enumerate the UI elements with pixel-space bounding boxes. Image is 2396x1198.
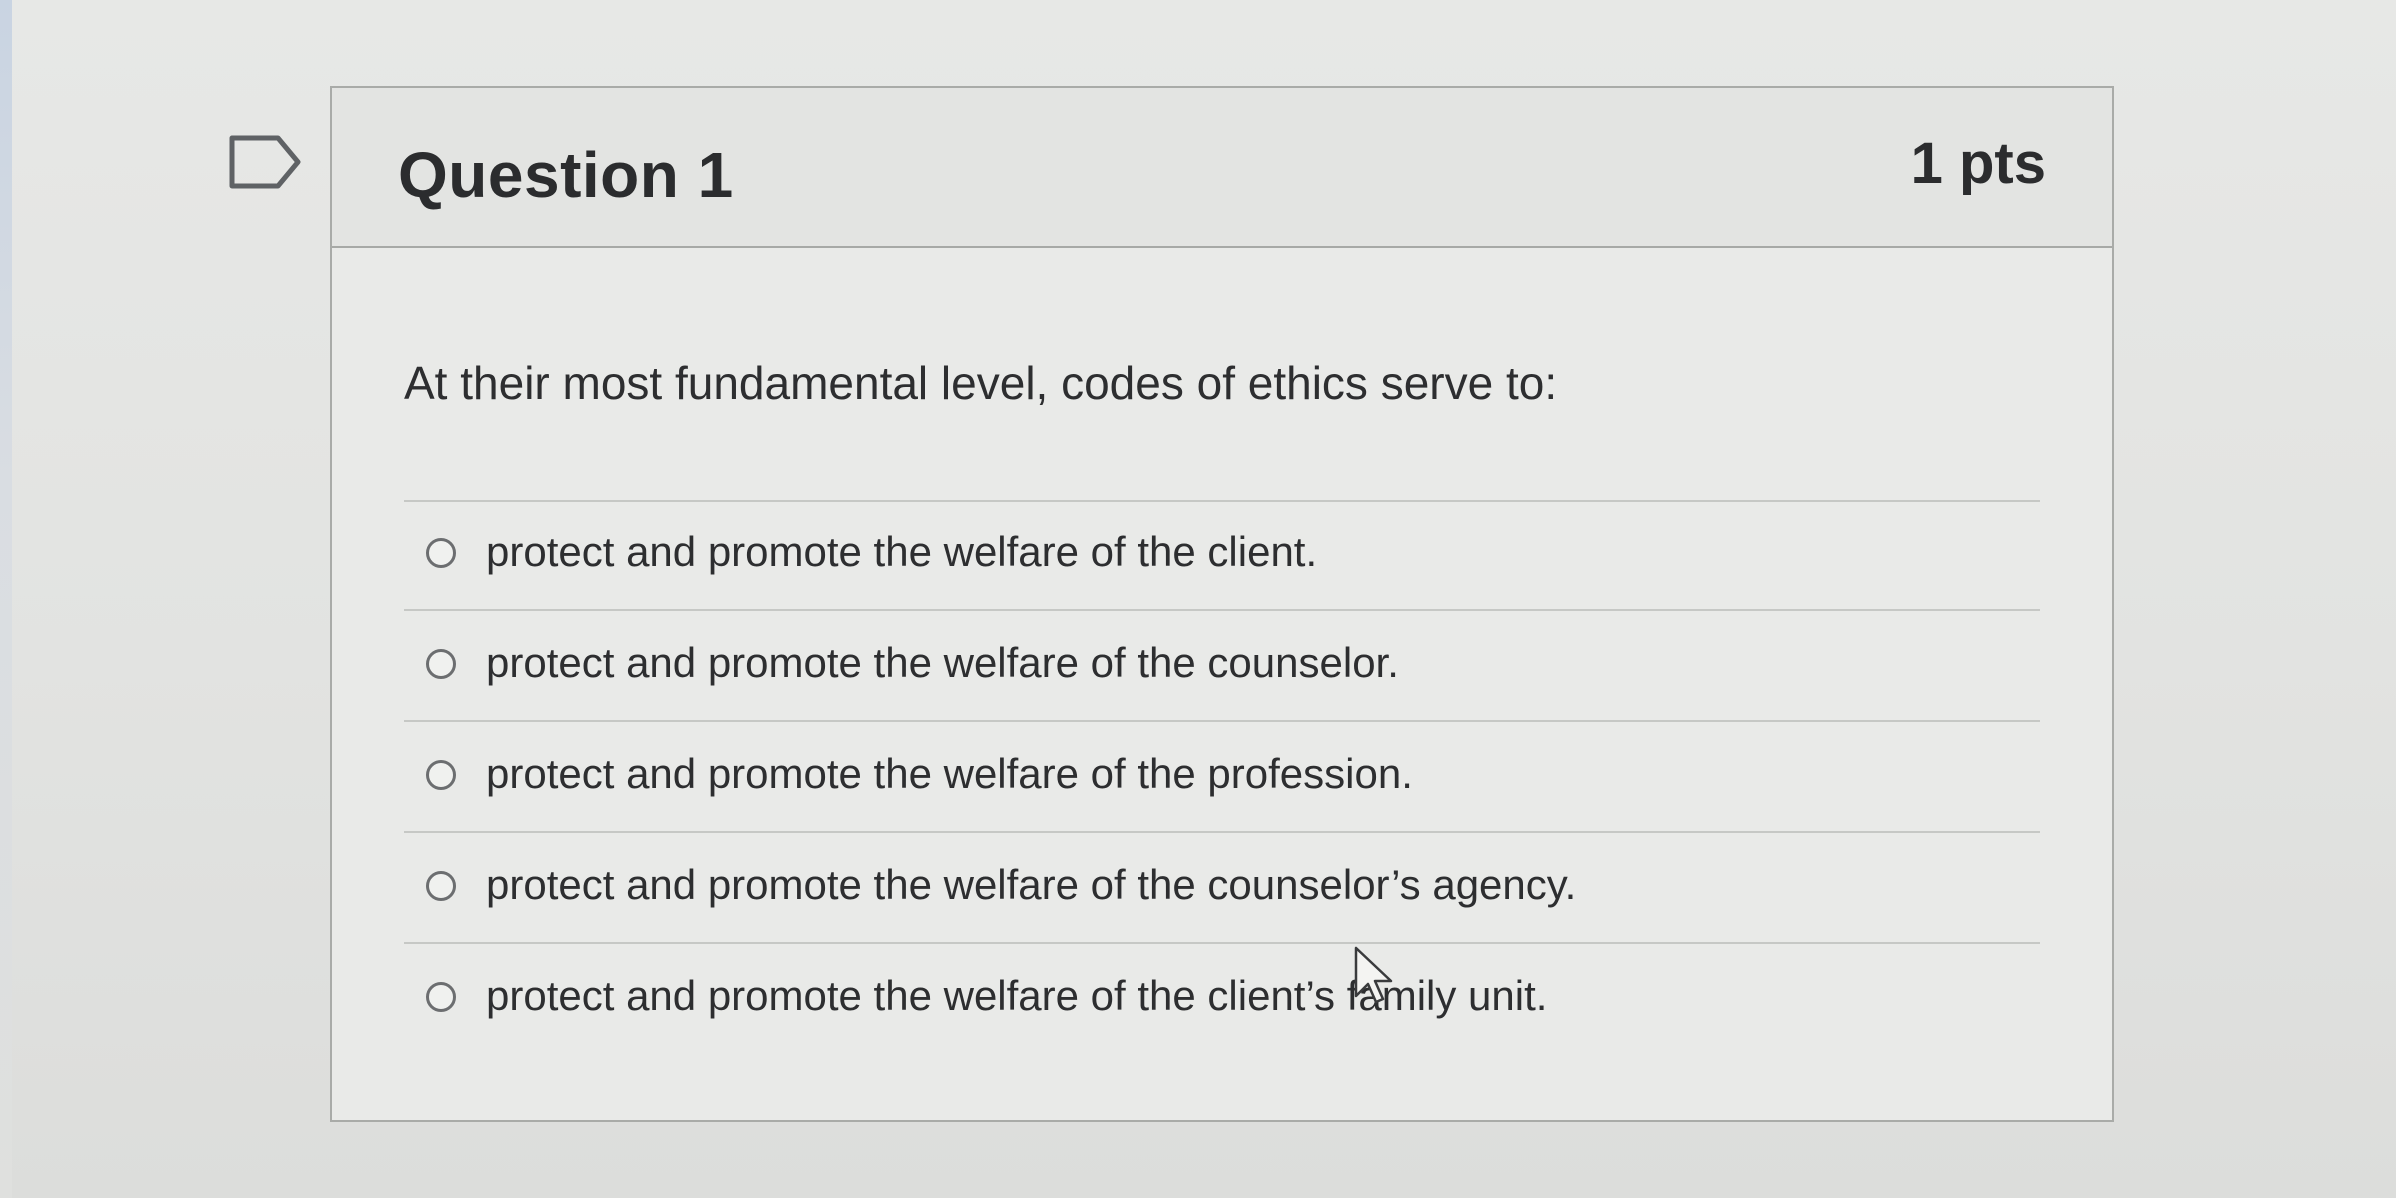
- answer-list: protect and promote the welfare of the c…: [404, 500, 2040, 1055]
- radio-button[interactable]: [426, 982, 456, 1012]
- question-header: Question 1 1 pts: [332, 88, 2112, 248]
- radio-button[interactable]: [426, 760, 456, 790]
- answer-option[interactable]: protect and promote the welfare of the c…: [404, 611, 2040, 722]
- radio-button[interactable]: [426, 538, 456, 568]
- answer-label[interactable]: protect and promote the welfare of the c…: [486, 639, 1399, 687]
- window-edge: [0, 0, 12, 1198]
- flag-question-icon[interactable]: [226, 132, 306, 192]
- radio-button[interactable]: [426, 871, 456, 901]
- mouse-pointer-icon: [1354, 946, 1393, 1004]
- answer-option[interactable]: protect and promote the welfare of the c…: [404, 833, 2040, 944]
- answer-label[interactable]: protect and promote the welfare of the c…: [486, 861, 1576, 909]
- question-title: Question 1: [398, 139, 734, 211]
- radio-button[interactable]: [426, 649, 456, 679]
- question-prompt: At their most fundamental level, codes o…: [404, 357, 1558, 409]
- answer-option[interactable]: protect and promote the welfare of the p…: [404, 722, 2040, 833]
- question-card: Question 1 1 pts At their most fundament…: [330, 86, 2114, 1122]
- question-points: 1 pts: [1910, 131, 2046, 196]
- answer-option[interactable]: protect and promote the welfare of the c…: [404, 500, 2040, 611]
- answer-label[interactable]: protect and promote the welfare of the c…: [486, 528, 1317, 576]
- answer-label[interactable]: protect and promote the welfare of the p…: [486, 750, 1413, 798]
- answer-option[interactable]: protect and promote the welfare of the c…: [404, 944, 2040, 1055]
